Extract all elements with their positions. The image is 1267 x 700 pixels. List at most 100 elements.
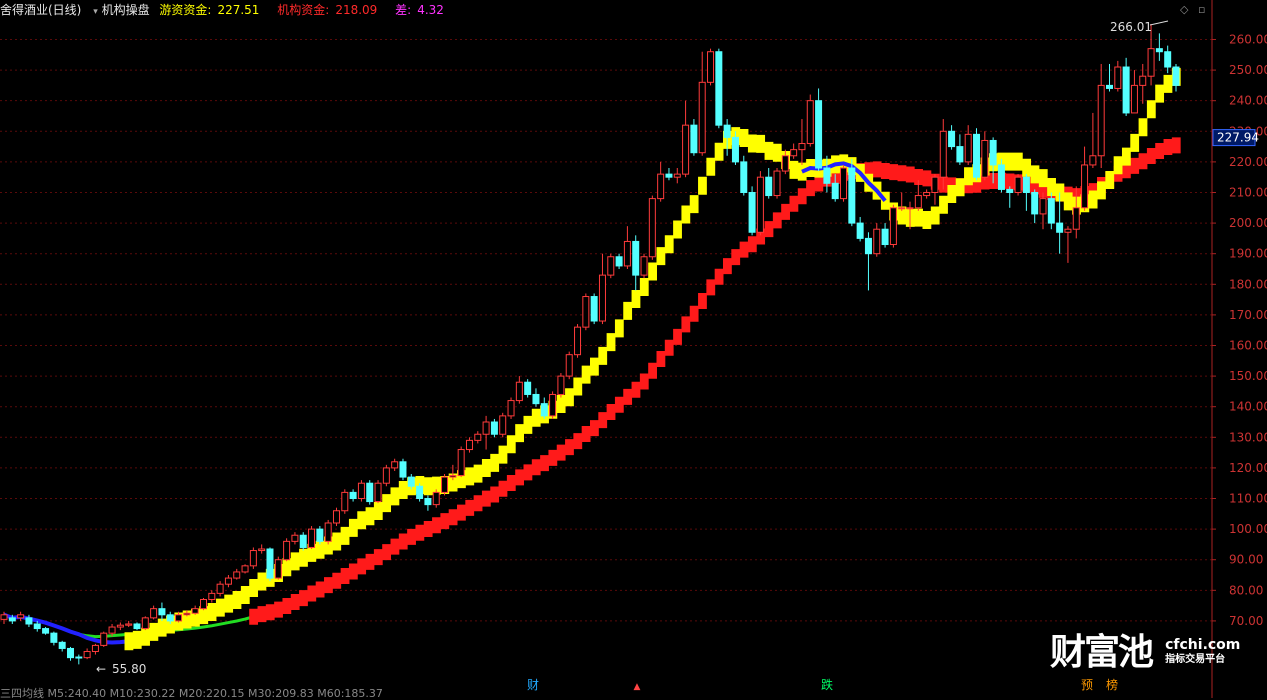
candle <box>798 119 806 165</box>
candle-body <box>416 485 424 500</box>
candle-body <box>1089 155 1097 166</box>
candle-body <box>42 628 50 634</box>
candle-body <box>781 155 789 172</box>
tick-label: 110.00 <box>1229 492 1267 506</box>
candle-body <box>731 136 739 163</box>
candle-body <box>241 565 249 573</box>
candle-body <box>1164 51 1172 68</box>
candle-body <box>715 51 723 126</box>
scroll-up-icon[interactable]: ▫ <box>1198 3 1205 16</box>
indicator-name[interactable]: 机构操盘 <box>102 3 150 17</box>
candle-body <box>91 644 99 653</box>
grid-lines <box>0 38 1212 622</box>
candle <box>931 174 939 205</box>
candle <box>83 648 91 660</box>
candle-body <box>316 528 324 542</box>
candle <box>316 526 324 545</box>
candle-body <box>790 149 798 157</box>
candle-body <box>798 143 806 151</box>
candle <box>75 654 83 665</box>
candle <box>640 253 648 279</box>
candle <box>1006 186 1014 208</box>
candle-body <box>1139 75 1147 86</box>
candle <box>657 161 665 202</box>
candle <box>391 458 399 471</box>
candle <box>515 376 523 404</box>
chart-canvas[interactable]: 70.00 80.00 90.00 100.00 110.00 120.00 130.00 1… <box>0 0 1267 698</box>
candle <box>1064 226 1072 263</box>
tick-label: 180.00 <box>1229 277 1267 291</box>
candle <box>582 293 590 331</box>
candle <box>233 568 241 580</box>
candle-body <box>773 170 781 197</box>
diff-value: 4.32 <box>417 3 444 17</box>
tick-label: 260.00 <box>1229 32 1267 46</box>
candle-body <box>507 400 515 417</box>
candle <box>715 48 723 129</box>
candle <box>682 100 690 178</box>
candle <box>349 489 357 502</box>
candle-body <box>374 482 382 503</box>
candle <box>357 480 365 502</box>
candle <box>399 458 407 481</box>
candle <box>432 489 440 508</box>
tick-label: 90.00 <box>1229 553 1263 567</box>
candle-body <box>598 274 606 322</box>
candle <box>58 640 66 652</box>
diamond-icon[interactable]: ◇ <box>1180 3 1188 16</box>
tick-label: 150.00 <box>1229 369 1267 383</box>
candle <box>199 597 207 611</box>
candle <box>956 134 964 165</box>
candle <box>557 373 565 398</box>
inst-value: 218.09 <box>335 3 378 17</box>
dropdown-icon[interactable]: ▾ <box>93 2 98 22</box>
candle-body <box>1114 66 1122 89</box>
hot-money-value: 227.51 <box>217 3 260 17</box>
candle-body <box>515 381 523 402</box>
candle <box>923 189 931 199</box>
candle-body <box>349 491 357 500</box>
candle <box>590 293 598 325</box>
high-arrow <box>1149 20 1169 26</box>
candle-body <box>964 133 972 163</box>
candle-body <box>299 534 307 548</box>
candle <box>50 631 58 646</box>
candle-body <box>166 614 174 622</box>
candle-body <box>332 510 340 524</box>
tick-label: 130.00 <box>1229 430 1267 444</box>
candle-body <box>806 100 814 145</box>
candle-body <box>258 548 266 552</box>
candle-body <box>449 475 457 478</box>
candle-body <box>831 182 839 200</box>
stock-title[interactable]: 舍得酒业(日线) <box>0 3 81 17</box>
candle-body <box>623 240 631 267</box>
candle-body <box>532 393 540 405</box>
candle <box>598 253 606 325</box>
candle <box>615 253 623 269</box>
signal-marker: 财 <box>527 678 539 692</box>
candle-body <box>58 641 66 649</box>
candle <box>274 556 282 580</box>
candle <box>125 620 133 628</box>
candle-body <box>490 421 498 435</box>
candle <box>848 158 856 227</box>
candle-body <box>540 403 548 417</box>
candle <box>191 605 199 615</box>
candle-body <box>989 139 997 166</box>
candle <box>1056 192 1064 254</box>
candle <box>1130 70 1138 114</box>
candle-layer <box>0 24 1180 665</box>
candle <box>1122 57 1130 116</box>
candle-body <box>1097 84 1105 157</box>
candle-body <box>432 491 440 506</box>
candle-body <box>923 191 931 197</box>
candle <box>565 351 573 380</box>
candle <box>1031 189 1039 224</box>
candle <box>856 216 864 242</box>
candle-body <box>1122 66 1130 114</box>
candle-body <box>815 100 823 169</box>
tick-label: 120.00 <box>1229 461 1267 475</box>
candle <box>241 564 249 574</box>
candle-body <box>549 393 557 417</box>
candle <box>249 547 257 569</box>
